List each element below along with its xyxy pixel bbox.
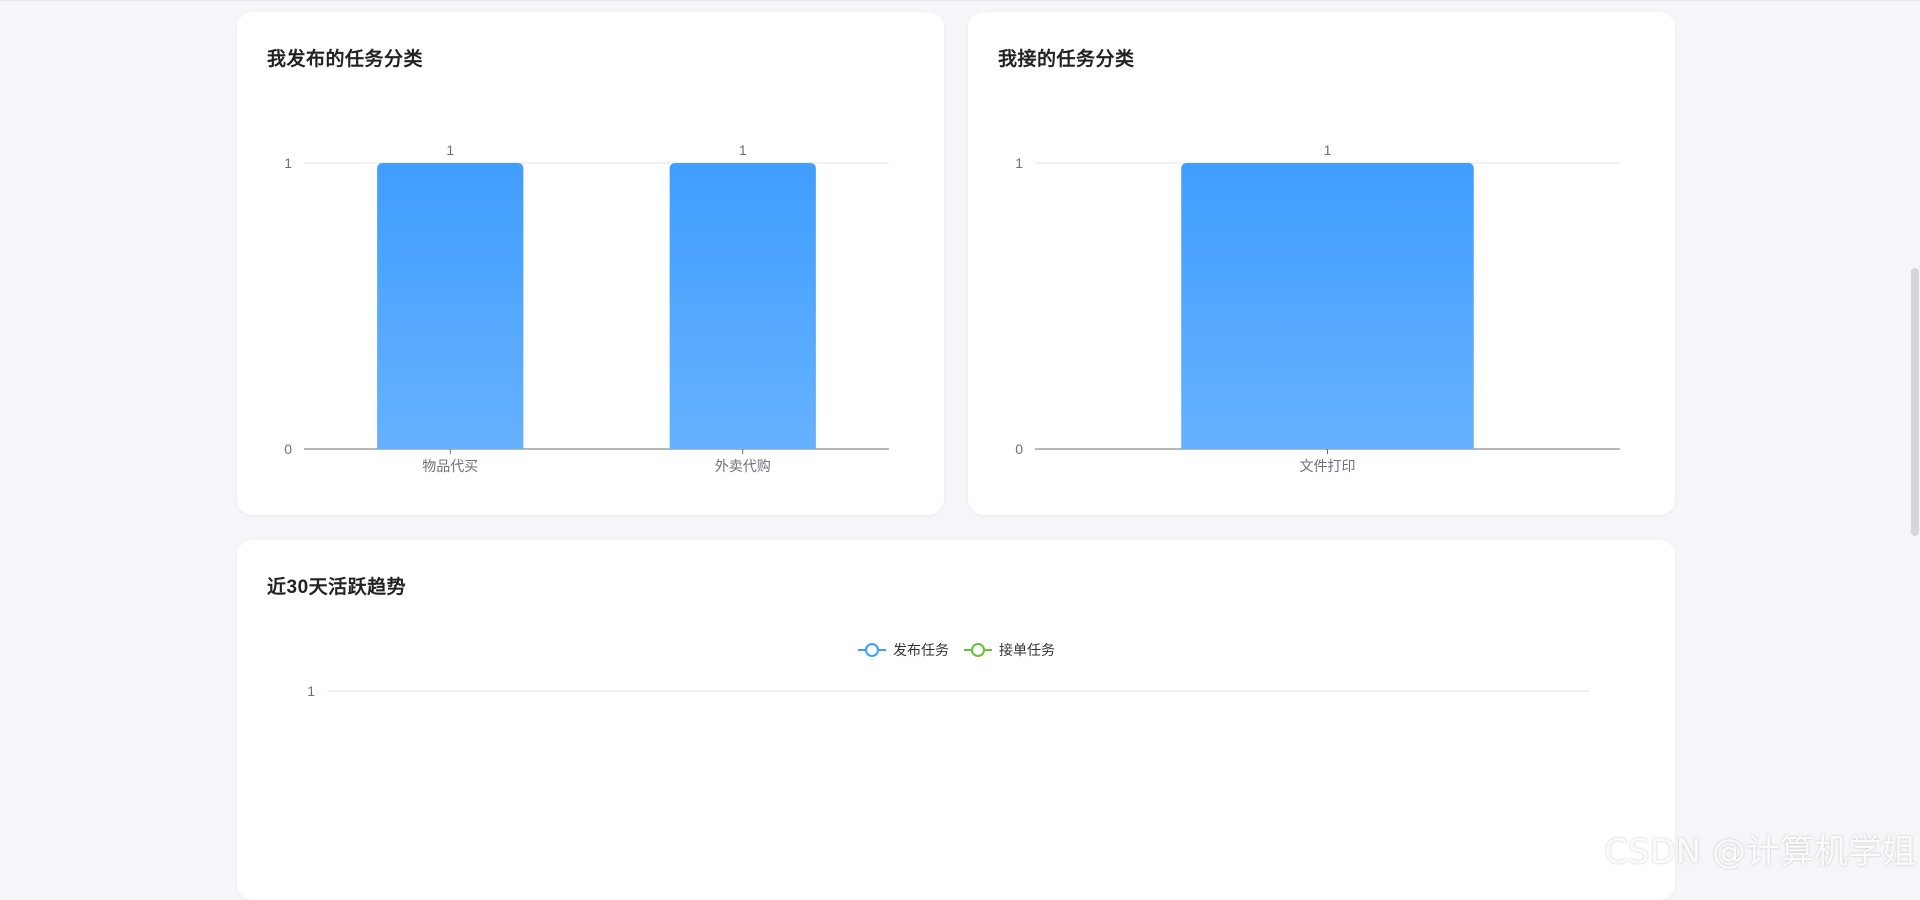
y-tick-label: 1 (307, 683, 315, 699)
y-tick-label: 1 (284, 155, 292, 171)
bar (1181, 163, 1474, 449)
y-tick-label: 0 (284, 441, 292, 457)
y-tick-label: 0 (1015, 441, 1023, 457)
bar (670, 163, 816, 449)
published-category-card: 我发布的任务分类 011物品代买1外卖代购 (237, 12, 944, 515)
top-divider (0, 0, 1920, 1)
bar (377, 163, 523, 449)
page-scrollbar[interactable] (1910, 0, 1920, 881)
watermark: CSDN @计算机学姐 (1604, 824, 1916, 873)
x-tick-label: 外卖代购 (715, 458, 771, 474)
x-tick-label: 物品代买 (422, 458, 478, 474)
y-tick-label: 1 (1015, 155, 1023, 171)
bar-data-label: 1 (446, 142, 454, 158)
published-bar-chart: 0 1 1 物品代买 1 外卖代购 (237, 12, 944, 515)
x-tick-label: 文件打印 (1300, 458, 1356, 474)
bar-data-label: 1 (739, 142, 747, 158)
scrollbar-thumb[interactable] (1911, 268, 1919, 536)
accepted-bar-chart: 0 1 1 文件打印 (968, 12, 1675, 515)
accepted-category-card: 我接的任务分类 011文件打印 (968, 12, 1675, 515)
activity-trend-card: 近30天活跃趋势 发布任务 接单任务 1 (237, 540, 1675, 900)
bar-data-label: 1 (1324, 142, 1332, 158)
trend-line-chart: 1 (237, 540, 1675, 900)
